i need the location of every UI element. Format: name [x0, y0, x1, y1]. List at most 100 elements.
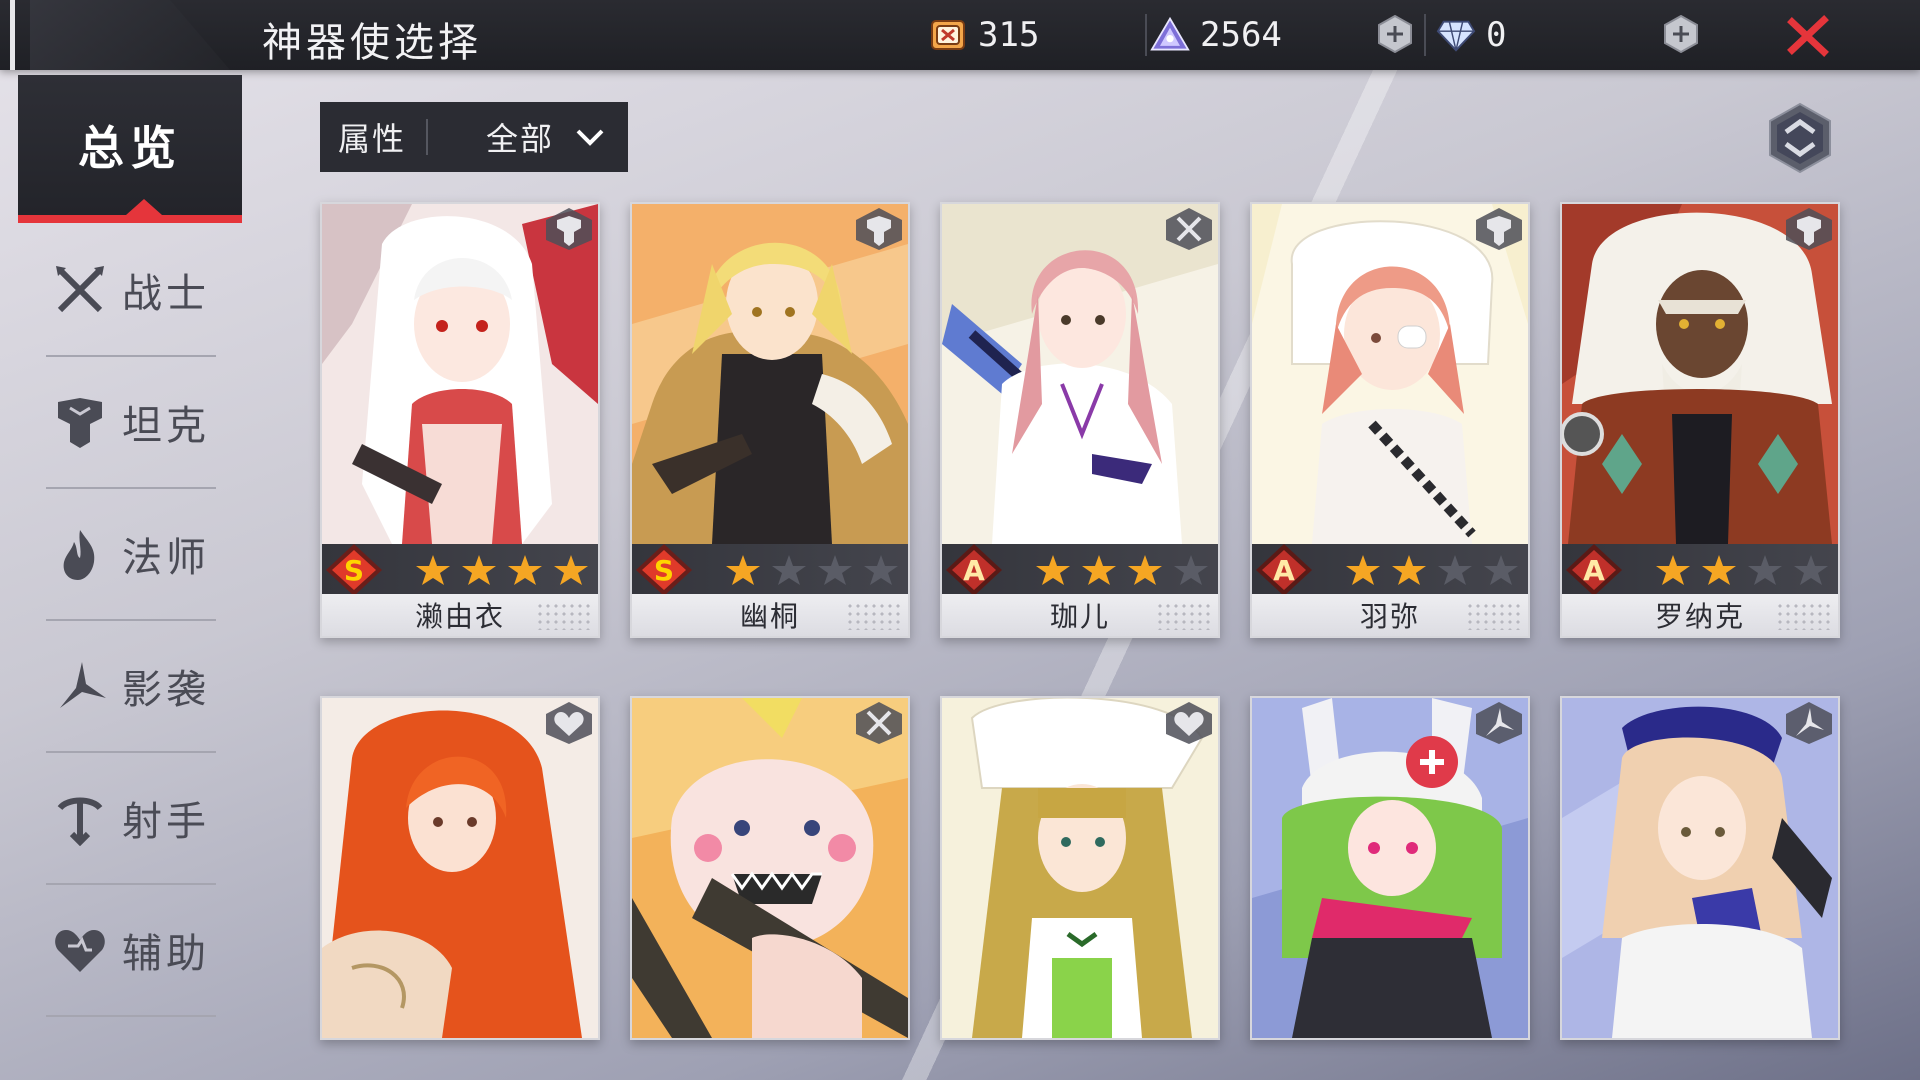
shield-icon [1476, 208, 1522, 250]
currency-crystals-value: 2564 [1200, 15, 1282, 55]
star-icon [462, 555, 496, 585]
page-title: 神器使选择 [262, 20, 482, 66]
sort-toggle-button[interactable] [1764, 102, 1836, 174]
add-crystals-button[interactable] [1376, 15, 1414, 53]
currency-diamonds: 0 [1436, 12, 1506, 58]
grade-badge-a: A [1256, 544, 1312, 596]
shuriken-icon [1786, 702, 1832, 744]
hero-name-bar: 罗纳克 [1562, 594, 1838, 636]
flame-icon [63, 530, 95, 580]
star-icon [1748, 555, 1782, 585]
attribute-filter[interactable]: 属性 全部 [320, 102, 628, 172]
hero-card[interactable] [940, 696, 1220, 1040]
tab-overview[interactable]: 总览 [18, 75, 242, 223]
star-icon [1392, 555, 1426, 585]
heart-icon [1166, 702, 1212, 744]
star-rating [724, 554, 900, 586]
active-pointer [126, 199, 162, 215]
hero-name-bar: 濑由衣 [322, 594, 598, 636]
hero-portrait [1252, 698, 1528, 1038]
dots-pattern [536, 602, 590, 630]
star-icon [1346, 555, 1380, 585]
star-rating [414, 554, 590, 586]
chevron-down-icon [576, 129, 604, 146]
star-icon [864, 555, 898, 585]
hero-card[interactable] [630, 696, 910, 1040]
star-icon [818, 555, 852, 585]
hero-portrait [632, 204, 908, 544]
currency-crystals: 2564 [1150, 12, 1282, 58]
hero-portrait [942, 698, 1218, 1038]
sidebar-item-label: 影袭 [122, 667, 210, 713]
star-rating [1034, 554, 1210, 586]
currency-tickets-value: 315 [978, 15, 1040, 55]
hero-name: 羽弥 [1359, 600, 1420, 633]
hero-card[interactable]: S 幽桐 [630, 202, 910, 638]
sidebar-item-support[interactable]: 辅助 [46, 885, 216, 1017]
top-bar-decoration [30, 0, 230, 70]
sidebar-item-assassin[interactable]: 影袭 [46, 621, 216, 753]
sidebar-item-warrior[interactable]: 战士 [46, 225, 216, 357]
currency-divider [1424, 14, 1426, 56]
tab-overview-label: 总览 [78, 121, 182, 175]
hero-card[interactable] [1250, 696, 1530, 1040]
star-icon [554, 555, 588, 585]
ticket-icon [928, 15, 968, 55]
sidebar-item-label: 法师 [122, 535, 210, 581]
hero-card[interactable]: S 濑由衣 [320, 202, 600, 638]
sidebar-item-mage[interactable]: 法师 [46, 489, 216, 621]
shield-icon [856, 208, 902, 250]
hero-portrait [632, 698, 908, 1038]
star-rating [1654, 554, 1830, 586]
sidebar-item-label: 战士 [122, 271, 210, 317]
hero-card[interactable]: A 罗纳克 [1560, 202, 1840, 638]
hero-name-bar: 幽桐 [632, 594, 908, 636]
hero-name: 珈儿 [1049, 600, 1110, 633]
hero-portrait [942, 204, 1218, 544]
star-rating [1344, 554, 1520, 586]
crossed-swords-icon [856, 702, 902, 744]
sidebar-item-label: 辅助 [122, 931, 210, 977]
grade-letter: A [963, 554, 985, 587]
diamond-icon [1436, 15, 1476, 55]
shuriken-icon [60, 662, 106, 708]
hero-name-bar: 珈儿 [942, 594, 1218, 636]
grade-letter: S [654, 554, 674, 587]
star-icon [1036, 555, 1070, 585]
star-icon [1656, 555, 1690, 585]
bow-icon [57, 797, 103, 846]
star-icon [1128, 555, 1162, 585]
active-underline [18, 215, 242, 223]
hero-portrait [1252, 204, 1528, 544]
dots-pattern [1466, 602, 1520, 630]
grade-badge-a: A [946, 544, 1002, 596]
add-diamonds-button[interactable] [1662, 15, 1700, 53]
sidebar-item-label: 射手 [122, 799, 210, 845]
hero-card[interactable] [1560, 696, 1840, 1040]
hero-card[interactable]: A 羽弥 [1250, 202, 1530, 638]
shield-icon [58, 398, 102, 448]
star-icon [1174, 555, 1208, 585]
shield-icon [546, 208, 592, 250]
star-icon [726, 555, 760, 585]
hero-card[interactable] [320, 696, 600, 1040]
crystal-pyramid-icon [1150, 15, 1190, 55]
hero-name: 濑由衣 [414, 600, 505, 633]
currency-diamonds-value: 0 [1486, 15, 1507, 55]
star-icon [508, 555, 542, 585]
close-button[interactable] [1786, 14, 1830, 58]
sidebar-item-tank[interactable]: 坦克 [46, 357, 216, 489]
sidebar-item-marksman[interactable]: 射手 [46, 753, 216, 885]
crossed-swords-icon [1166, 208, 1212, 250]
hero-portrait [322, 204, 598, 544]
grade-letter: A [1273, 554, 1295, 587]
grade-letter: A [1583, 554, 1605, 587]
hero-name: 幽桐 [739, 600, 800, 633]
grade-badge-a: A [1566, 544, 1622, 596]
filter-separator [426, 119, 429, 155]
star-icon [772, 555, 806, 585]
dots-pattern [1156, 602, 1210, 630]
star-icon [1484, 555, 1518, 585]
hero-card[interactable]: A 珈儿 [940, 202, 1220, 638]
dots-pattern [846, 602, 900, 630]
